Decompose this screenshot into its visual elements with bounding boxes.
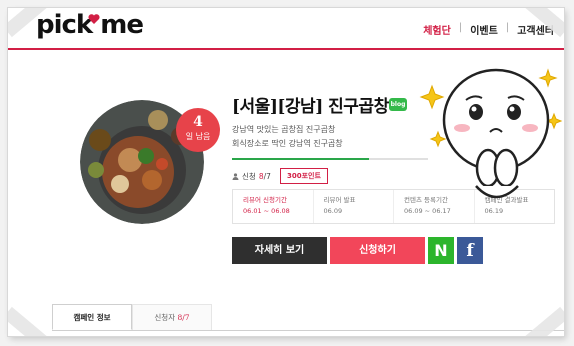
tab-applicants[interactable]: 신청자 8/7 (132, 304, 212, 330)
applicants-count: 신청 8/7 (232, 171, 271, 182)
days-left-number: 4 (193, 114, 203, 130)
nav-separator: | (458, 22, 463, 33)
days-left-label: 일 남음 (185, 132, 211, 141)
view-details-button[interactable]: 자세히 보기 (232, 237, 327, 264)
campaign-description-line: 강남역 맛있는 곱창집 진구곱창 (232, 125, 336, 134)
progress-fill (232, 158, 370, 160)
tab-applicants-count: 8/7 (177, 313, 190, 322)
schedule-step-date: 06.01 ~ 06.08 (243, 207, 290, 215)
mascot-illustration (419, 68, 563, 199)
apply-button[interactable]: 신청하기 (330, 237, 425, 264)
heart-icon (88, 14, 100, 24)
nav-item-event[interactable]: 이벤트 (470, 22, 498, 37)
main-nav: 체험단 | 이벤트 | 고객센터 (423, 22, 554, 37)
points-badge: 300포인트 (280, 168, 328, 184)
tab-campaign-info[interactable]: 캠페인 정보 (52, 304, 132, 330)
campaign-description-line: 회식장소로 딱인 강남역 진구곱창 (232, 139, 343, 148)
nav-item-experience[interactable]: 체험단 (423, 22, 451, 37)
person-icon (232, 173, 239, 180)
days-left-badge: 4 일 남음 (176, 108, 220, 152)
applicants-total: /7 (263, 172, 271, 181)
schedule-step-date: 06.09 (323, 207, 343, 215)
tape-bottom-left (8, 306, 48, 336)
application-progress-bar (232, 158, 428, 160)
schedule-step-date: 06.19 (484, 207, 504, 215)
applicants-label: 신청 (242, 172, 256, 181)
nav-separator: | (505, 22, 510, 33)
campaign-tabs: 캠페인 정보 신청자 8/7 (52, 304, 564, 331)
naver-share-button[interactable]: N (428, 237, 454, 264)
schedule-step: 리뷰어 발표 06.09 (314, 190, 394, 223)
schedule-step: 리뷰어 신청기간 06.01 ~ 06.08 (233, 190, 314, 223)
page-frame: pick me 체험단 | 이벤트 | 고객센터 4 일 남음 [서울][강남]… (8, 8, 564, 336)
campaign-title[interactable]: [서울][강남] 진구곱창 (232, 92, 389, 117)
schedule-step-date: 06.09 ~ 06.17 (404, 207, 451, 215)
blog-icon: blog (389, 98, 407, 111)
site-header: pick me 체험단 | 이벤트 | 고객센터 (8, 8, 564, 50)
schedule-step-label: 리뷰어 신청기간 (243, 196, 287, 204)
schedule-step-label: 리뷰어 발표 (323, 196, 356, 204)
facebook-share-button[interactable]: f (457, 237, 483, 264)
tab-applicants-label: 신청자 (154, 313, 176, 322)
